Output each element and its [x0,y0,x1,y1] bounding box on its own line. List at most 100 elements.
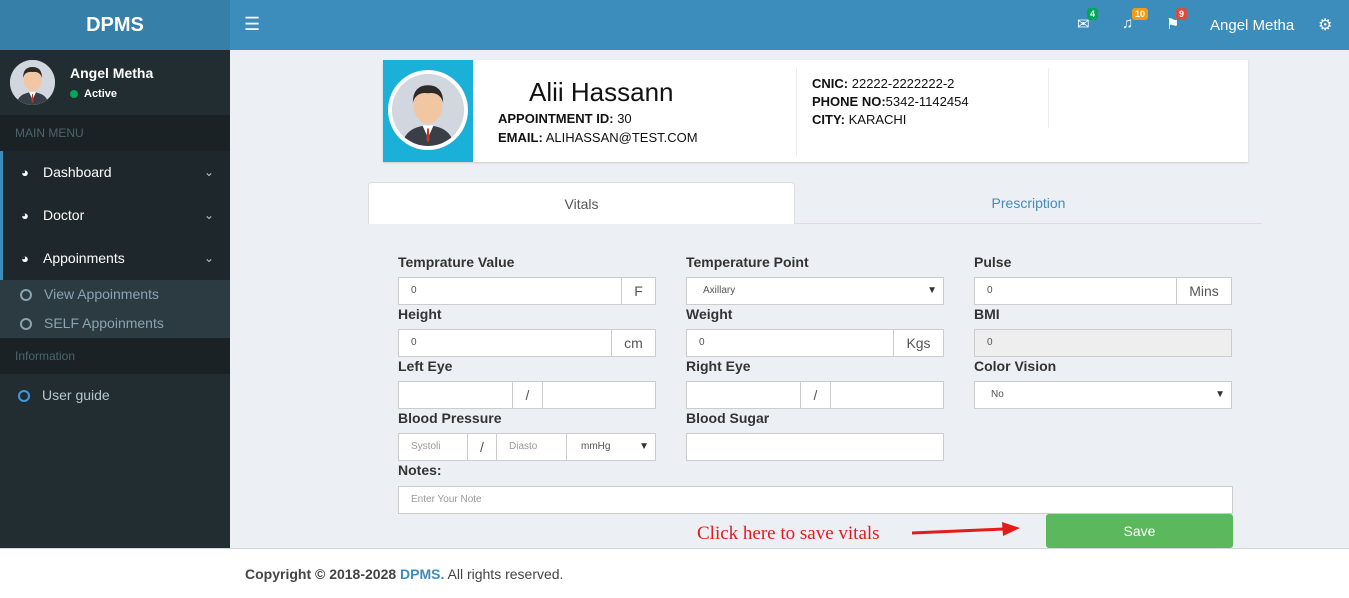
height-input[interactable]: 0 [398,329,612,357]
divider [1048,68,1049,128]
sidebar-item-label: Dashboard [43,164,112,180]
footer: Copyright © 2018-2028 DPMS. All rights r… [0,548,1349,598]
status-dot-icon [70,90,78,99]
caret-down-icon: ▼ [1215,389,1225,400]
blood-pressure-label: Blood Pressure [398,410,502,426]
systolic-input[interactable]: Systoli [398,433,468,461]
sidebar-item-label: Doctor [43,207,85,223]
blood-sugar-label: Blood Sugar [686,410,770,426]
copyright: Copyright © 2018-2028 DPMS. All rights r… [245,566,564,582]
weight-unit: Kgs [893,329,944,357]
weight-label: Weight [686,306,733,322]
tasks-button[interactable]: ⚑ 9 [1166,8,1188,33]
circle-icon [18,390,30,403]
sidebar-item-view-appoinments[interactable]: View Appoinments [0,280,230,309]
menu-toggle-icon[interactable]: ☰ [244,14,260,35]
save-hint-annotation: Click here to save vitals [697,523,880,544]
blood-sugar-input[interactable] [686,433,944,461]
sidebar: DPMS Angel Metha Active MAIN MENU ◕ Dashb… [0,0,230,548]
height-unit: cm [611,329,656,357]
chevron-down-icon: ⌄ [203,251,214,265]
patient-cnic: CNIC: 22222-2222222-2 [812,76,955,91]
sidebar-item-doctor[interactable]: ◕ Doctor ⌄ [0,194,230,237]
appointment-id: APPOINTMENT ID: 30 [498,111,632,126]
sidebar-item-appoinments[interactable]: ◕ Appoinments ⌄ [0,237,230,280]
patient-email: EMAIL: ALIHASSAN@TEST.COM [498,130,698,145]
left-eye-input-2[interactable] [542,381,656,409]
sidebar-item-user-guide[interactable]: User guide [0,374,230,417]
pulse-input[interactable]: 0 [974,277,1177,305]
temperature-unit: F [621,277,656,305]
color-vision-select[interactable]: No ▼ [974,381,1232,409]
messages-badge: 4 [1087,8,1099,20]
height-label: Height [398,306,442,322]
sidebar-item-label: SELF Appoinments [44,315,164,331]
patient-card: Alii Hassann APPOINTMENT ID: 30 EMAIL: A… [383,60,1248,162]
main-menu-header: MAIN MENU [0,115,230,151]
color-vision-label: Color Vision [974,358,1057,374]
patient-phone: PHONE NO:5342-1142454 [812,94,969,109]
divider [796,68,797,156]
notes-label: Notes: [398,462,442,478]
app-logo[interactable]: DPMS [0,0,230,50]
information-header: Information [0,338,230,374]
sidebar-item-dashboard[interactable]: ◕ Dashboard ⌄ [0,151,230,194]
patient-name: Alii Hassann [529,77,674,107]
weight-input[interactable]: 0 [686,329,894,357]
arrow-right-icon [911,522,1020,536]
right-eye-input-2[interactable] [830,381,944,409]
top-navbar: ☰ ✉ 4 ♫ 10 ⚑ 9 Angel Metha ⚙ [230,0,1349,50]
dashboard-icon: ◕ [21,251,29,266]
tasks-badge: 9 [1176,8,1188,20]
user-status: Active [70,88,117,100]
appoinments-submenu: View Appoinments SELF Appoinments [0,280,230,338]
right-eye-separator: / [800,381,831,409]
sidebar-item-label: View Appoinments [44,286,159,302]
dashboard-icon: ◕ [21,165,29,180]
left-eye-input-1[interactable] [398,381,513,409]
status-text: Active [84,88,118,100]
right-eye-input-1[interactable] [686,381,801,409]
temperature-value-label: Temprature Value [398,254,515,270]
notifications-badge: 10 [1132,8,1149,20]
circle-icon [20,289,32,302]
chevron-down-icon: ⌄ [203,208,214,222]
temperature-point-select[interactable]: Axillary ▼ [686,277,944,305]
sidebar-item-self-appoinments[interactable]: SELF Appoinments [0,309,230,338]
user-avatar [10,60,55,105]
tab-vitals[interactable]: Vitals [368,182,795,224]
notifications-button[interactable]: ♫ 10 [1122,8,1149,32]
sidebar-item-label: User guide [42,387,110,403]
caret-down-icon: ▼ [927,285,937,296]
user-panel: Angel Metha Active [0,50,230,115]
bmi-label: BMI [974,306,1000,322]
tabs: Vitals Prescription [368,182,1262,224]
pulse-label: Pulse [974,254,1012,270]
patient-photo [383,60,473,162]
tab-prescription[interactable]: Prescription [795,182,1262,224]
right-eye-label: Right Eye [686,358,751,374]
bmi-input: 0 [974,329,1232,357]
chevron-down-icon: ⌄ [203,165,214,179]
patient-city: CITY: KARACHI [812,112,907,127]
messages-button[interactable]: ✉ 4 [1077,8,1099,33]
footer-brand-link[interactable]: DPMS. [400,566,444,582]
notes-input[interactable]: Enter Your Note [398,486,1233,514]
bp-unit-select[interactable]: mmHg ▼ [566,433,656,461]
temperature-value-input[interactable]: 0 [398,277,622,305]
save-button[interactable]: Save [1046,514,1233,548]
left-eye-label: Left Eye [398,358,453,374]
temperature-point-label: Temperature Point [686,254,809,270]
circle-icon [20,318,32,331]
pulse-unit: Mins [1176,277,1232,305]
dashboard-icon: ◕ [21,208,29,223]
sidebar-item-label: Appoinments [43,250,125,266]
caret-down-icon: ▼ [639,441,649,452]
bp-separator: / [467,433,497,461]
gears-icon[interactable]: ⚙ [1318,15,1332,35]
topbar-user-name[interactable]: Angel Metha [1210,17,1294,34]
sidebar-user-name: Angel Metha [70,65,154,81]
patient-avatar [392,74,464,146]
left-eye-separator: / [512,381,543,409]
diastolic-input[interactable]: Diasto [496,433,567,461]
